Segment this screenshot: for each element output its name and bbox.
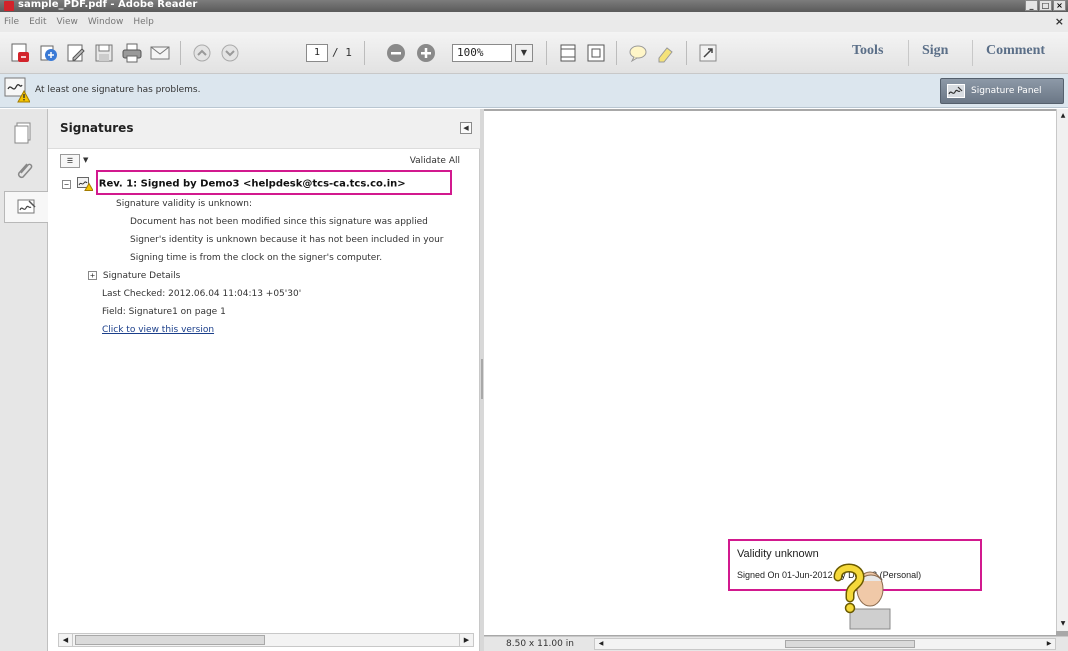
fit-page-icon[interactable] [556,41,580,65]
minimize-button[interactable]: _ [1025,0,1038,11]
signatures-panel: Signatures ◀ ☰ ▼ Validate All − Rev. 1: … [48,109,480,651]
close-window-button[interactable]: × [1053,0,1066,11]
toolbar-separator [616,41,617,65]
collapse-panel-icon[interactable]: ◀ [460,122,472,134]
zoom-dropdown-icon[interactable]: ▼ [515,44,533,62]
signature-status-message: At least one signature has problems. [35,85,201,95]
collapse-toggle-icon[interactable]: − [62,179,71,189]
expand-view-icon[interactable] [696,41,720,65]
panel-horizontal-scrollbar[interactable]: ◀ ▶ [58,633,474,647]
scroll-right-icon[interactable]: ▶ [459,634,473,646]
maximize-button[interactable]: □ [1039,0,1052,11]
document-viewport: Validity unknown Signed On 01-Jun-2012 B… [484,109,1068,651]
validity-status-text: Signature validity is unknown: [116,199,253,209]
signatures-panel-header: Signatures ◀ [48,109,480,149]
window-title-bar: sample_PDF.pdf - Adobe Reader _ □ × [0,0,1068,12]
menu-bar: File Edit View Window Help × [0,12,1068,32]
validate-all-button[interactable]: Validate All [410,156,460,166]
document-vertical-scrollbar[interactable]: ▲ ▼ [1056,109,1068,631]
menu-help[interactable]: Help [133,17,154,27]
zoom-in-icon[interactable] [414,41,438,65]
detail-line-signing-time: Signing time is from the clock on the si… [130,253,383,263]
scroll-down-icon[interactable]: ▼ [1058,619,1068,629]
toolbar-separator [546,41,547,65]
comment-pane-button[interactable]: Comment [986,43,1045,59]
tools-pane-button[interactable]: Tools [852,43,883,59]
comment-icon[interactable] [626,41,650,65]
page-size-label: 8.50 x 11.00 in [506,639,574,649]
signature-validity-text: Validity unknown [737,548,819,560]
zoom-out-icon[interactable] [384,41,408,65]
edit-document-icon[interactable] [64,41,88,65]
signature-details-label: Signature Details [102,271,181,281]
page-total: / 1 [332,46,352,59]
page-number-input[interactable]: 1 [306,44,328,62]
save-icon[interactable] [92,41,116,65]
signature-warning-small-icon [76,177,94,191]
navigation-pane-rail [0,109,48,651]
options-dropdown-icon[interactable]: ▼ [83,156,88,164]
scroll-up-icon[interactable]: ▲ [1058,111,1068,121]
attachments-icon[interactable] [6,155,42,187]
scroll-right-icon[interactable]: ▶ [1043,639,1055,649]
sign-pane-button[interactable]: Sign [922,43,948,59]
next-page-icon[interactable] [218,41,242,65]
adobe-reader-app-icon [4,1,14,11]
signature-details-row[interactable]: + Signature Details [88,271,180,281]
toolbar: 1 / 1 100% ▼ Tools Sign Comment [0,32,1068,74]
signature-message-bar: At least one signature has problems. Sig… [0,74,1068,108]
window-title: sample_PDF.pdf - Adobe Reader [18,0,198,10]
detail-line-identity: Signer's identity is unknown because it … [130,235,444,245]
pdf-page: Validity unknown Signed On 01-Jun-2012 B… [484,111,1056,635]
signature-warning-icon [4,77,31,103]
close-document-icon[interactable]: × [1055,15,1064,28]
scroll-left-icon[interactable]: ◀ [595,639,607,649]
fit-width-icon[interactable] [584,41,608,65]
revision-highlight-box [96,170,452,195]
detail-line-modified: Document has not been modified since thi… [130,217,428,227]
expand-toggle-icon[interactable]: + [88,271,97,280]
scroll-left-icon[interactable]: ◀ [59,634,73,646]
splitter-grip[interactable] [481,359,483,399]
unknown-validity-question-icon [833,563,891,630]
menu-view[interactable]: View [57,17,78,27]
signatures-panel-title: Signatures [60,121,134,135]
create-pdf-icon[interactable] [8,41,32,65]
view-version-link[interactable]: Click to view this version [102,325,214,335]
signature-field-text: Field: Signature1 on page 1 [102,307,226,317]
last-checked-text: Last Checked: 2012.06.04 11:04:13 +05'30… [102,289,302,299]
toolbar-separator [972,40,973,66]
signatures-panel-icon[interactable] [4,191,48,223]
scroll-thumb[interactable] [75,635,265,645]
options-menu-icon[interactable]: ☰ [60,154,80,168]
scroll-thumb[interactable] [785,640,915,648]
page-thumbnails-icon[interactable] [6,117,42,149]
email-icon[interactable] [148,41,172,65]
zoom-level-input[interactable]: 100% [452,44,512,62]
menu-edit[interactable]: Edit [29,17,46,27]
signature-panel-label: Signature Panel [971,86,1042,96]
document-horizontal-scrollbar[interactable]: ◀ ▶ [594,638,1056,650]
window-controls: _ □ × [1025,0,1066,11]
toolbar-separator [180,41,181,65]
previous-page-icon[interactable] [190,41,214,65]
signature-pen-icon [947,84,965,98]
toolbar-separator [908,40,909,66]
open-file-icon[interactable] [36,41,60,65]
document-status-bar: 8.50 x 11.00 in ◀ ▶ [484,636,1068,651]
menu-file[interactable]: File [4,17,19,27]
toolbar-separator [364,41,365,65]
signature-panel-button[interactable]: Signature Panel [940,78,1064,104]
highlight-icon[interactable] [654,41,678,65]
print-icon[interactable] [120,41,144,65]
toolbar-separator [686,41,687,65]
menu-window[interactable]: Window [88,17,124,27]
